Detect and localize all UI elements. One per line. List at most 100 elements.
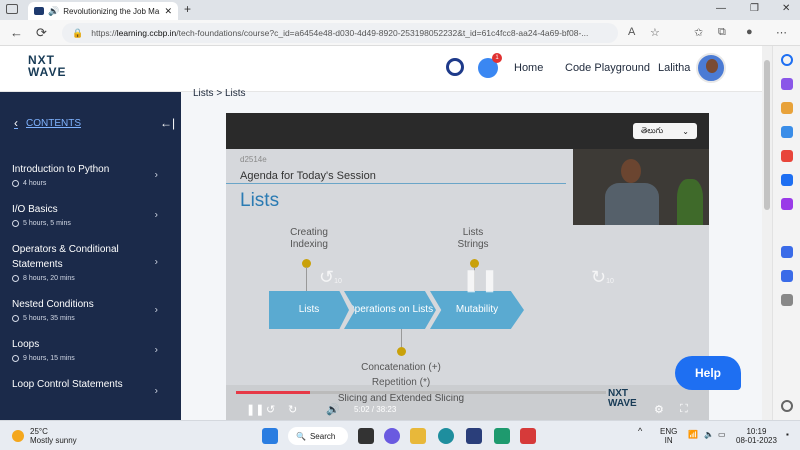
outlook-icon[interactable] <box>781 174 793 186</box>
label-strings: Strings <box>457 239 489 250</box>
speaker-icon[interactable]: 🔊 <box>48 6 59 17</box>
url-path: /tech-foundations/course?c_id=a6454e48-d… <box>176 28 589 38</box>
code-playground-link[interactable]: Code Playground <box>565 62 650 74</box>
pause-overlay-icon[interactable]: ❚❚ <box>462 267 499 293</box>
page-scrollbar[interactable] <box>762 46 772 420</box>
new-tab-icon[interactable]: + <box>184 2 191 16</box>
stem-line <box>306 267 307 291</box>
start-windows-icon[interactable] <box>262 428 278 444</box>
sidebar-item-nested-conditions[interactable]: Nested Conditions 5 hours, 35 mins › <box>12 297 172 322</box>
video-slide[interactable]: d2514e Agenda for Today's Session Lists … <box>226 149 709 420</box>
settings-icon[interactable] <box>781 400 793 412</box>
file-explorer-icon[interactable] <box>410 428 426 444</box>
browser-tab[interactable]: 🔊 Revolutionizing the Job Ma ✕ <box>28 2 178 20</box>
volume-tray-icon[interactable]: 🔈 <box>704 430 714 439</box>
shopping-icon[interactable] <box>781 102 793 114</box>
streak-timer-icon[interactable] <box>446 58 464 76</box>
site-header: NXT WAVE 1 Home Code Playground Lalitha <box>0 46 762 92</box>
breadcrumb[interactable]: Lists > Lists <box>193 88 246 99</box>
sidebar-item-loop-control-statements[interactable]: Loop Control Statements › <box>12 377 172 397</box>
video-player[interactable]: తెలుగు ⌄ d2514e Agenda for Today's Sessi… <box>226 113 709 420</box>
instructor-body <box>605 183 659 225</box>
search-icon: 🔍 <box>296 431 306 441</box>
tray-chevron-icon[interactable]: ^ <box>638 427 642 436</box>
close-window-icon[interactable]: ✕ <box>782 3 790 14</box>
edge-icon[interactable] <box>438 428 454 444</box>
chevron-left-icon[interactable]: ‹ <box>14 116 18 130</box>
chat-app-icon[interactable] <box>384 428 400 444</box>
weather-widget[interactable]: 25°C Mostly sunny <box>12 427 77 445</box>
close-tab-icon[interactable]: ✕ <box>164 6 172 17</box>
wifi-icon[interactable]: 📶 <box>688 430 698 439</box>
duration-text: 8 hours, 20 mins <box>23 275 75 282</box>
language-select[interactable]: తెలుగు ⌄ <box>633 123 697 139</box>
chevron-right-icon: › <box>154 385 158 397</box>
skip-back-overlay-icon[interactable]: ↺10 <box>319 267 342 288</box>
contents-label[interactable]: CONTENTS <box>26 118 81 129</box>
sidebar-item-operators-conditional[interactable]: Operators & Conditional Statements 8 hou… <box>12 242 172 282</box>
favorites-icon[interactable]: ✩ <box>694 26 703 39</box>
forward-icon[interactable]: ↻ <box>288 403 297 416</box>
add-app-icon[interactable] <box>781 294 793 306</box>
progress-bar[interactable] <box>236 391 606 394</box>
app-icon[interactable] <box>781 270 793 282</box>
profile-icon[interactable]: ● <box>746 26 753 38</box>
minimize-icon[interactable]: — <box>716 3 726 14</box>
total-time: 38:23 <box>376 405 397 414</box>
help-button[interactable]: Help <box>675 356 741 390</box>
scrollbar-thumb[interactable] <box>764 60 770 210</box>
contents-header[interactable]: ‹ CONTENTS <box>14 116 81 130</box>
more-menu-icon[interactable]: ⋯ <box>776 26 787 39</box>
battery-icon[interactable]: ▭ <box>718 430 726 439</box>
collapse-sidebar-icon[interactable]: ←| <box>160 116 175 130</box>
language-indicator[interactable]: ENG IN <box>660 427 677 445</box>
sidebar-item-introduction-to-python[interactable]: Introduction to Python 4 hours › <box>12 162 172 187</box>
box-lists: Lists <box>269 291 349 329</box>
tools-icon[interactable] <box>781 126 793 138</box>
office-icon[interactable] <box>781 150 793 162</box>
volume-icon[interactable]: 🔊 <box>326 403 340 416</box>
stem-line <box>401 329 402 347</box>
favorite-star-icon[interactable]: ☆ <box>650 26 660 39</box>
clock[interactable]: 10:19 08-01-2023 <box>736 427 777 445</box>
taskbar-search[interactable]: 🔍 Search <box>288 427 348 445</box>
user-name[interactable]: Lalitha <box>658 62 690 74</box>
pause-icon[interactable]: ❚❚ <box>246 403 264 416</box>
agenda-divider <box>226 183 566 184</box>
edge-sidebar <box>772 46 800 420</box>
designer-icon[interactable] <box>781 198 793 210</box>
restore-icon[interactable]: ❐ <box>750 3 759 14</box>
back-icon[interactable]: ← <box>10 25 23 40</box>
read-aloud-icon[interactable]: A <box>628 26 635 38</box>
lang-line2: IN <box>664 436 673 445</box>
collections-icon[interactable]: ⧉ <box>718 26 726 39</box>
skip-forward-overlay-icon[interactable]: ↻10 <box>591 267 614 288</box>
tab-actions-icon[interactable] <box>6 4 18 14</box>
notification-icon[interactable]: ▪ <box>786 430 789 439</box>
rewind-icon[interactable]: ↺ <box>266 403 275 416</box>
app-icon[interactable] <box>781 246 793 258</box>
home-link[interactable]: Home <box>514 62 543 74</box>
search-icon[interactable] <box>781 54 793 66</box>
mcafee-icon[interactable] <box>520 428 536 444</box>
temperature: 25°C <box>30 427 48 436</box>
copilot-icon[interactable] <box>781 78 793 90</box>
chat-icon[interactable]: 1 <box>478 53 502 78</box>
sidebar-item-io-basics[interactable]: I/O Basics 5 hours, 5 mins › <box>12 202 172 227</box>
settings-gear-icon[interactable]: ⚙ <box>654 403 664 416</box>
task-view-icon[interactable] <box>358 428 374 444</box>
sidebar-item-loops[interactable]: Loops 9 hours, 15 mins › <box>12 337 172 362</box>
search-label: Search <box>309 431 336 441</box>
chevron-right-icon: › <box>154 304 158 315</box>
url-field[interactable]: 🔒 https://learning.ccbp.in/tech-foundati… <box>62 23 618 43</box>
app-icon[interactable] <box>494 428 510 444</box>
nxtwave-logo[interactable]: NXT WAVE <box>28 54 66 78</box>
course-name: Loop Control Statements <box>12 379 123 390</box>
refresh-icon[interactable]: ⟳ <box>36 25 47 41</box>
fullscreen-icon[interactable]: ⛶ <box>680 403 688 416</box>
clock-icon <box>12 355 19 362</box>
store-icon[interactable] <box>466 428 482 444</box>
avatar[interactable] <box>696 53 726 83</box>
language-value: తెలుగు <box>641 125 664 135</box>
clock-icon <box>12 275 19 282</box>
